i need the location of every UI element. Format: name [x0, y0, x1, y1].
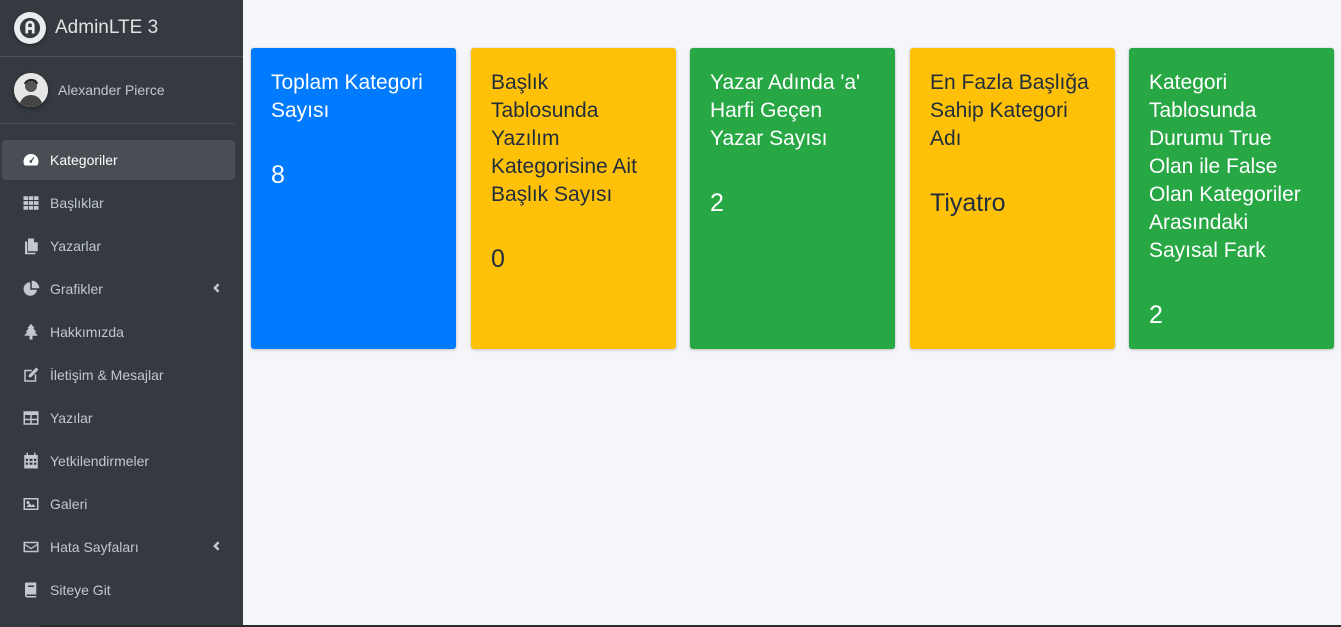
sidebar-item-yetkilendirmeler[interactable]: Yetkilendirmeler — [2, 441, 235, 481]
sidebar-item-iletisim[interactable]: İletişim & Mesajlar — [2, 355, 235, 395]
sidebar-nav: Kategoriler Başlıklar Yazarlar Grafikler… — [0, 140, 243, 610]
info-box-title: Kategori Tablosunda Durumu True Olan ile… — [1149, 71, 1301, 262]
info-box-software-headings: Başlık Tablosunda Yazılım Kategorisine A… — [471, 48, 676, 349]
sidebar-item-siteye-git[interactable]: Siteye Git — [2, 570, 235, 610]
info-box-value: 2 — [1149, 301, 1163, 329]
info-box-title: En Fazla Başlığa Sahip Kategori Adı — [930, 71, 1089, 150]
user-panel[interactable]: Alexander Pierce — [0, 57, 235, 124]
sidebar-item-grafikler[interactable]: Grafikler — [2, 269, 235, 309]
sidebar-item-label: Hakkımızda — [50, 324, 124, 340]
sidebar-item-basliklar[interactable]: Başlıklar — [2, 183, 235, 223]
info-box-top-category: En Fazla Başlığa Sahip Kategori Adı Tiya… — [910, 48, 1115, 349]
info-box-title: Toplam Kategori Sayısı — [271, 71, 423, 122]
sidebar-item-yazarlar[interactable]: Yazarlar — [2, 226, 235, 266]
info-box-value: 2 — [710, 189, 724, 217]
edit-icon — [21, 365, 41, 385]
info-box-status-difference: Kategori Tablosunda Durumu True Olan ile… — [1129, 48, 1334, 349]
info-box-value: 8 — [271, 161, 285, 189]
tree-icon — [21, 322, 41, 342]
info-box-value: Tiyatro — [930, 189, 1006, 217]
sidebar-item-label: Yazılar — [50, 410, 93, 426]
sidebar-item-label: Grafikler — [50, 281, 103, 297]
table-icon — [21, 408, 41, 428]
sidebar-item-kategoriler[interactable]: Kategoriler — [2, 140, 235, 180]
tachometer-icon — [21, 150, 41, 170]
info-box-title: Yazar Adında 'a' Harfi Geçen Yazar Sayıs… — [710, 71, 861, 150]
info-box-total-categories: Toplam Kategori Sayısı 8 — [251, 48, 456, 349]
sidebar-item-label: Yazarlar — [50, 238, 102, 254]
calendar-icon — [21, 451, 41, 471]
sidebar-item-hata-sayfalari[interactable]: Hata Sayfaları — [2, 527, 235, 567]
user-avatar — [14, 73, 48, 107]
sidebar-item-hakkimizda[interactable]: Hakkımızda — [2, 312, 235, 352]
chevron-left-icon[interactable] — [209, 281, 223, 295]
brand-text: AdminLTE 3 — [55, 17, 159, 38]
sidebar-item-label: Başlıklar — [50, 195, 104, 211]
brand-link[interactable]: AdminLTE 3 — [0, 0, 243, 57]
info-box-value: 0 — [491, 245, 505, 273]
book-icon — [21, 580, 41, 600]
grid-icon — [21, 193, 41, 213]
sidebar-item-label: Galeri — [50, 496, 88, 512]
content-wrapper: Toplam Kategori Sayısı 8 Başlık Tablosun… — [243, 0, 1341, 627]
sidebar-item-label: Hata Sayfaları — [50, 539, 139, 555]
info-box-authors-with-a: Yazar Adında 'a' Harfi Geçen Yazar Sayıs… — [690, 48, 895, 349]
sidebar-item-galeri[interactable]: Galeri — [2, 484, 235, 524]
sidebar-item-label: Yetkilendirmeler — [50, 453, 150, 469]
sidebar-item-label: İletişim & Mesajlar — [50, 367, 164, 383]
info-box-title: Başlık Tablosunda Yazılım Kategorisine A… — [491, 71, 637, 206]
copy-icon — [21, 236, 41, 256]
user-name: Alexander Pierce — [58, 82, 165, 98]
adminlte-logo-icon — [14, 12, 46, 44]
sidebar-item-label: Siteye Git — [50, 582, 111, 598]
main-sidebar: AdminLTE 3 Alexander Pierce Kategoriler … — [0, 0, 243, 627]
image-icon — [21, 494, 41, 514]
sidebar-item-yazilar[interactable]: Yazılar — [2, 398, 235, 438]
envelope-icon — [21, 537, 41, 557]
sidebar-item-label: Kategoriler — [50, 152, 118, 168]
chart-pie-icon — [21, 279, 41, 299]
chevron-left-icon[interactable] — [209, 539, 223, 553]
